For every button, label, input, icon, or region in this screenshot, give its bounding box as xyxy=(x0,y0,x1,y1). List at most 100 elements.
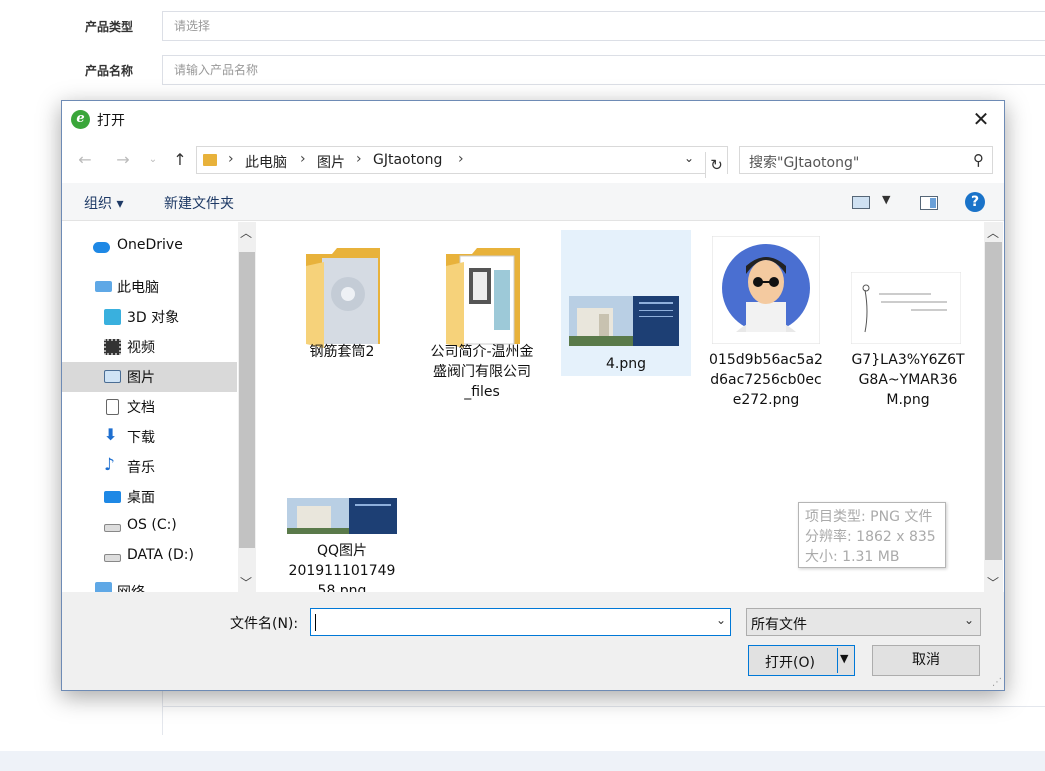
nav-scrollbar[interactable]: ︿ ﹀ xyxy=(238,222,256,592)
scroll-up-icon[interactable]: ︿ xyxy=(987,224,999,241)
nav-item-documents[interactable]: 文档 xyxy=(62,392,237,422)
breadcrumb-chevron-icon[interactable]: › xyxy=(356,151,362,167)
search-box[interactable]: 搜索"GJtaotong" ⚲ xyxy=(739,146,993,174)
breadcrumb-chevron-icon[interactable]: › xyxy=(228,151,234,167)
scroll-up-icon[interactable]: ︿ xyxy=(240,224,252,241)
file-name-line-2: 盛阀门有限公司 xyxy=(433,364,531,380)
music-icon: ♪ xyxy=(104,455,115,475)
nav-item-desktop[interactable]: 桌面 xyxy=(62,482,237,512)
nav-item-c-drive[interactable]: OS (C:) xyxy=(62,512,237,542)
product-name-input[interactable]: 请输入产品名称 xyxy=(162,55,1045,85)
drive-icon xyxy=(104,524,121,532)
scroll-down-icon[interactable]: ﹀ xyxy=(240,574,252,591)
file-type-value: 所有文件 xyxy=(751,617,807,633)
search-placeholder: 搜索"GJtaotong" xyxy=(749,155,860,171)
nav-label: 音乐 xyxy=(127,460,155,476)
open-button[interactable]: 打开(O) ▼ xyxy=(748,645,855,676)
file-name-line-2: G8A~YMAR36 xyxy=(858,372,958,388)
folder-icon xyxy=(203,154,217,166)
file-scrollbar[interactable]: ︿ ﹀ xyxy=(984,222,1003,592)
open-options-dropdown-icon[interactable]: ▼ xyxy=(840,652,848,665)
file-item-folder[interactable]: 钢筋套筒2 xyxy=(277,230,407,370)
file-name-line-3: 58.png xyxy=(317,583,367,592)
image-thumbnail xyxy=(287,498,397,534)
download-icon: ⬇ xyxy=(104,425,118,444)
refresh-icon[interactable]: ↻ xyxy=(705,152,727,178)
video-icon xyxy=(104,339,121,355)
cancel-button[interactable]: 取消 xyxy=(872,645,980,676)
breadcrumb-gjtaotong[interactable]: GJtaotong xyxy=(373,152,442,168)
file-type-select[interactable]: 所有文件 ⌄ xyxy=(746,608,981,636)
file-item-image[interactable]: QQ图片 201911101749 58.png xyxy=(277,478,407,592)
file-name-line-2: 201911101749 xyxy=(288,563,396,579)
file-name-line-1: 公司简介-温州金 xyxy=(430,344,534,360)
dialog-title: 打开 xyxy=(97,113,125,129)
file-info-tooltip: 项目类型: PNG 文件 分辨率: 1862 x 835 大小: 1.31 MB xyxy=(798,502,946,568)
file-name-line-3: e272.png xyxy=(732,392,800,408)
form-divider xyxy=(162,706,1045,707)
scroll-down-icon[interactable]: ﹀ xyxy=(987,574,999,591)
dialog-footer: 文件名(N): ⌄ 所有文件 ⌄ 打开(O) ▼ 取消 ⋰ xyxy=(62,592,1004,690)
change-view-icon[interactable] xyxy=(852,196,870,209)
back-arrow-icon[interactable]: ← xyxy=(74,149,96,171)
close-button[interactable]: ✕ xyxy=(958,101,1004,137)
address-bar[interactable]: › 此电脑 › 图片 › GJtaotong › ⌄ ↻ xyxy=(196,146,728,178)
form-divider-vertical xyxy=(162,690,163,735)
help-icon[interactable]: ? xyxy=(965,192,985,212)
nav-label: 3D 对象 xyxy=(127,310,180,326)
cloud-icon xyxy=(93,242,110,253)
sketch-thumbnail xyxy=(851,272,961,344)
nav-item-3d-objects[interactable]: 3D 对象 xyxy=(62,302,237,332)
nav-item-music[interactable]: ♪ 音乐 xyxy=(62,452,237,482)
nav-label: 桌面 xyxy=(127,490,155,506)
filename-input[interactable]: ⌄ xyxy=(310,608,731,636)
split-divider xyxy=(837,648,838,673)
nav-label: OS (C:) xyxy=(127,517,177,533)
forward-arrow-icon[interactable]: → xyxy=(112,149,134,171)
file-item-folder[interactable]: 公司简介-温州金 盛阀门有限公司 _files xyxy=(417,230,547,420)
resize-grip-icon[interactable]: ⋰ xyxy=(992,677,1002,688)
breadcrumb-chevron-icon[interactable]: › xyxy=(300,151,306,167)
dialog-titlebar[interactable]: e 打开 ✕ xyxy=(62,101,1004,137)
nav-scroll-thumb[interactable] xyxy=(239,252,255,548)
breadcrumb-this-pc[interactable]: 此电脑 xyxy=(245,152,287,172)
nav-item-network[interactable]: 网络 xyxy=(62,580,237,592)
navigation-bar: ← → ⌄ ↑ › 此电脑 › 图片 › GJtaotong › ⌄ ↻ 搜索"… xyxy=(62,141,1004,179)
nav-item-videos[interactable]: 视频 xyxy=(62,332,237,362)
breadcrumb-pictures[interactable]: 图片 xyxy=(317,152,345,172)
nav-item-this-pc[interactable]: 此电脑 xyxy=(62,272,237,302)
nav-item-onedrive[interactable]: OneDrive xyxy=(62,232,237,262)
avatar-thumbnail xyxy=(712,236,820,344)
desktop-icon xyxy=(104,491,121,503)
organize-menu[interactable]: 组织 ▾ xyxy=(84,193,123,213)
nav-label: 视频 xyxy=(127,340,155,356)
address-dropdown-icon[interactable]: ⌄ xyxy=(684,151,694,165)
breadcrumb-chevron-icon[interactable]: › xyxy=(458,151,464,167)
chevron-down-icon[interactable]: ⌄ xyxy=(964,613,974,627)
document-icon xyxy=(106,399,119,415)
preview-pane-icon[interactable] xyxy=(920,196,938,210)
file-scroll-thumb[interactable] xyxy=(985,242,1002,560)
computer-icon xyxy=(95,281,112,292)
file-name-line-3: M.png xyxy=(886,392,930,408)
recent-locations-chevron-icon[interactable]: ⌄ xyxy=(142,149,164,171)
navigation-pane: OneDrive 此电脑 3D 对象 视频 图片 文档 ⬇ 下载 ♪ 音乐 桌面… xyxy=(62,222,257,592)
product-type-select[interactable]: 请选择 xyxy=(162,11,1045,41)
view-options-dropdown-icon[interactable]: ▼ xyxy=(882,193,890,206)
up-arrow-icon[interactable]: ↑ xyxy=(169,149,191,171)
search-icon[interactable]: ⚲ xyxy=(973,151,984,169)
cube-icon xyxy=(104,309,121,325)
filename-history-dropdown-icon[interactable]: ⌄ xyxy=(716,613,726,627)
nav-item-downloads[interactable]: ⬇ 下载 xyxy=(62,422,237,452)
file-item-image[interactable]: 4.png xyxy=(561,230,691,376)
file-item-image[interactable]: 015d9b56ac5a2 d6ac7256cb0ec e272.png xyxy=(701,230,831,420)
nav-item-d-drive[interactable]: DATA (D:) xyxy=(62,542,237,572)
file-name-line-1: QQ图片 xyxy=(316,543,368,559)
file-name-line-1: 钢筋套筒2 xyxy=(309,344,375,360)
drive-icon xyxy=(104,554,121,562)
file-item-image[interactable]: G7}LA3%Y6Z6T G8A~YMAR36 M.png xyxy=(843,230,973,420)
product-type-label: 产品类型 xyxy=(85,20,134,34)
nav-label: 文档 xyxy=(127,400,155,416)
nav-item-pictures[interactable]: 图片 xyxy=(62,362,237,392)
new-folder-button[interactable]: 新建文件夹 xyxy=(164,193,234,213)
